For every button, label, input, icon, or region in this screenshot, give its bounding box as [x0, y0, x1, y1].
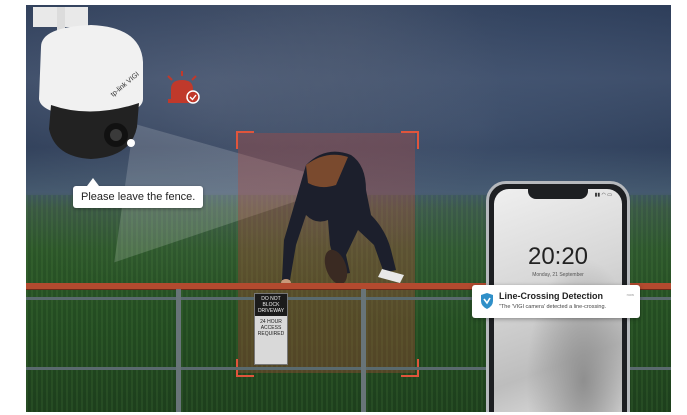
sign-bottom-text: 24 HOUR ACCESS REQUIRED — [257, 319, 285, 337]
notification-time: now — [626, 292, 634, 297]
detection-corner — [236, 131, 254, 149]
push-notification[interactable]: Line-Crossing Detection "The 'VIGI camer… — [472, 285, 640, 318]
surveillance-scene: DO NOT BLOCK DRIVEWAY 24 HOUR ACCESS REQ… — [26, 5, 671, 412]
fence-post — [361, 289, 366, 412]
status-bar-icons: ▮▮ ◠ ▭ — [594, 192, 612, 198]
vigi-shield-icon — [481, 293, 493, 309]
security-camera-icon: tp-link VIGI — [33, 7, 143, 159]
notification-title: Line-Crossing Detection — [499, 291, 604, 301]
lock-screen-date: Monday, 21 September — [532, 272, 584, 278]
alarm-siren-icon — [167, 71, 200, 104]
lock-screen-clock: 20:20 — [527, 243, 589, 270]
phone-notch — [528, 189, 588, 199]
sign-top-text: DO NOT BLOCK DRIVEWAY — [255, 294, 287, 316]
intruder-figure — [281, 151, 404, 287]
notification-body: "The 'VIGI camera' detected a line-cross… — [499, 304, 607, 310]
voice-warning-bubble: Please leave the fence. — [73, 178, 204, 208]
fence-post — [176, 289, 181, 412]
driveway-sign: DO NOT BLOCK DRIVEWAY 24 HOUR ACCESS REQ… — [254, 293, 288, 365]
